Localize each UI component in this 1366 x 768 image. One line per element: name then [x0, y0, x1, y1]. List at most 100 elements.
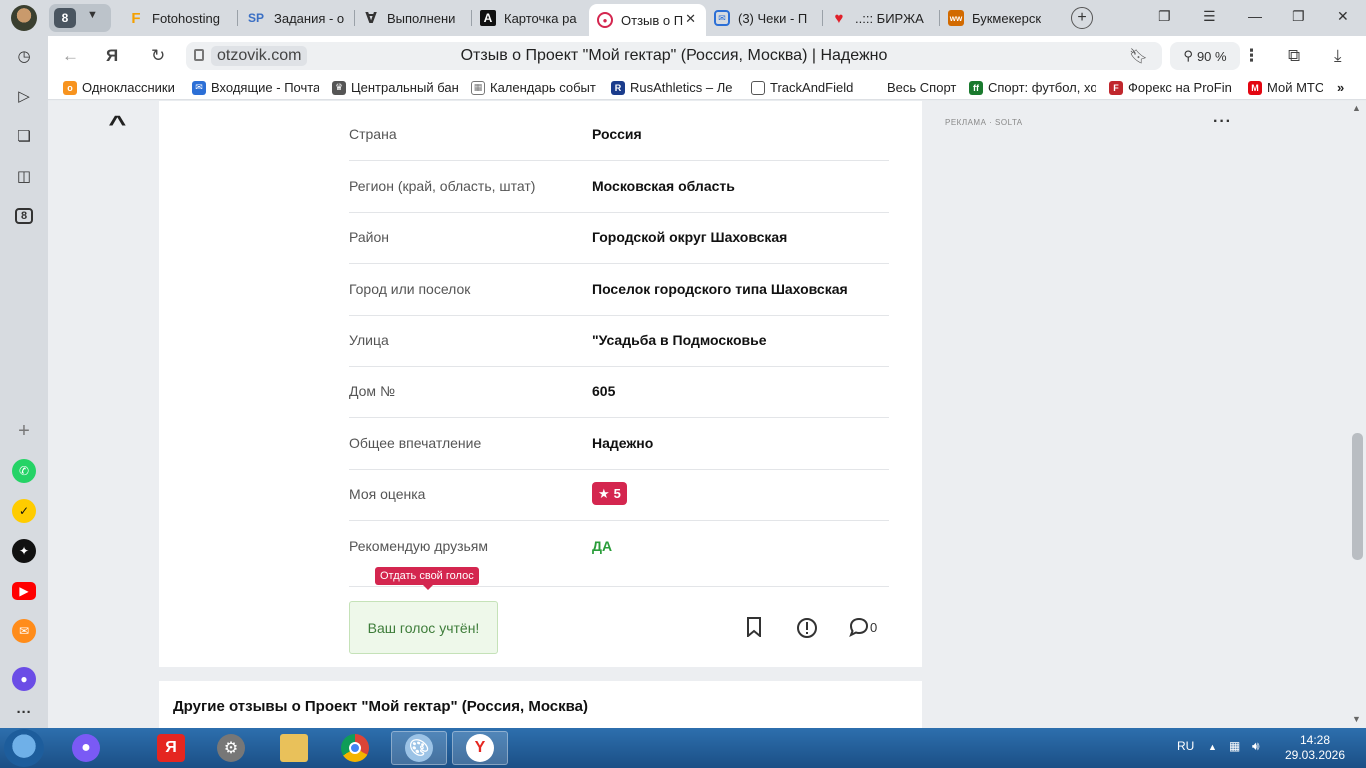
- bookmark-trackandfield[interactable]: TrackAndField: [751, 80, 876, 95]
- taskbar-settings[interactable]: ⚙: [205, 731, 257, 765]
- bookmark-icon[interactable]: 🔖︎: [1129, 47, 1148, 65]
- play-video-icon[interactable]: ▷: [12, 84, 36, 108]
- detail-key: Рекомендую друзьям: [349, 538, 488, 554]
- bookmark-profinance[interactable]: F Форекс на ProFin: [1109, 80, 1236, 95]
- address-bar[interactable]: otzovik.com Отзыв о Проект "Мой гектар" …: [186, 42, 1162, 70]
- tab-checks[interactable]: ✉ (3) Чеки - П: [706, 4, 823, 32]
- clock-time: 14:28: [1299, 733, 1331, 747]
- zoom-search-icon: ⚲: [1183, 48, 1193, 63]
- chrome-icon: [341, 734, 369, 762]
- detail-key: Улица: [349, 332, 389, 348]
- close-window-icon[interactable]: ✕: [1337, 8, 1349, 25]
- new-tab-button[interactable]: +: [1071, 7, 1093, 29]
- vote-status-button[interactable]: Ваш голос учтён!: [349, 601, 498, 654]
- bookmark-label: Форекс на ProFin: [1128, 80, 1232, 95]
- scroll-up-arrow-icon[interactable]: ▲: [1352, 103, 1361, 113]
- taskbar-yandex[interactable]: Я: [145, 731, 197, 765]
- taskbar-chrome[interactable]: [329, 731, 381, 765]
- extensions-icon[interactable]: ⧉: [1288, 46, 1300, 66]
- star-icon: ★: [598, 485, 610, 501]
- mail-favicon-icon: ✉: [714, 10, 730, 26]
- language-indicator[interactable]: RU: [1177, 739, 1194, 753]
- comments-button[interactable]: 0: [849, 617, 877, 637]
- document-icon: [751, 80, 765, 95]
- bookmark-icon[interactable]: [745, 617, 763, 642]
- alice-star-icon[interactable]: ✦: [12, 539, 36, 563]
- ok-icon: o: [63, 80, 77, 95]
- bookmark-odnoklassniki[interactable]: o Одноклассники: [63, 80, 181, 95]
- screenshot-camera-icon[interactable]: ◫: [12, 164, 36, 188]
- yandex-icon: Я: [157, 734, 185, 762]
- zoom-button[interactable]: ⚲ 90 %: [1170, 42, 1240, 70]
- menu-icon[interactable]: ☰: [1203, 8, 1216, 25]
- alice-assistant-icon[interactable]: ●: [12, 667, 36, 691]
- mail-icon[interactable]: ✉: [12, 619, 36, 643]
- bookmark-label: Спорт: футбол, хо: [988, 80, 1096, 95]
- restore-icon[interactable]: ❐: [1292, 8, 1305, 25]
- detail-value: 605: [592, 383, 616, 399]
- tab-count-icon[interactable]: 8: [12, 204, 36, 228]
- tab-tasks[interactable]: SP Задания - о: [238, 4, 355, 32]
- close-tab-icon[interactable]: ✕: [685, 11, 696, 27]
- other-reviews-heading[interactable]: Другие отзывы о Проект "Мой гектар" (Рос…: [173, 698, 588, 715]
- bookmark-rusathletics[interactable]: R RusAthletics – Ле: [611, 80, 737, 95]
- tab-otzovik-active[interactable]: ● Отзыв о П ✕: [589, 4, 706, 36]
- back-arrow-icon[interactable]: ←: [62, 46, 79, 66]
- scrollbar-thumb[interactable]: [1352, 433, 1363, 560]
- ad-menu-icon[interactable]: ···: [1213, 113, 1232, 131]
- bookmark-ves-sport[interactable]: Весь Спорт: [887, 80, 967, 95]
- add-panel-icon[interactable]: +: [12, 419, 36, 443]
- tab-completion[interactable]: ∀ Выполнени: [355, 4, 472, 32]
- collections-icon[interactable]: ❐: [1158, 8, 1171, 25]
- download-icon[interactable]: ⤓: [1334, 46, 1342, 66]
- sp-favicon-icon: SP: [247, 11, 264, 25]
- bookmark-central-bank[interactable]: ♛ Центральный бан: [332, 80, 458, 95]
- taskbar-alice[interactable]: ●: [60, 731, 112, 765]
- taskbar-paint[interactable]: 🎨︎: [391, 731, 447, 765]
- tab-exchange[interactable]: ♥ ..::: БИРЖА: [823, 4, 940, 32]
- start-button[interactable]: [4, 729, 44, 767]
- tab-label: Отзыв о П: [621, 12, 684, 28]
- tab-card[interactable]: A Карточка ра: [472, 4, 589, 32]
- scrollbar-track[interactable]: [1351, 101, 1366, 728]
- tab-bookmaker[interactable]: ww Букмекерск: [940, 4, 1057, 32]
- detail-key: Регион (край, область, штат): [349, 178, 536, 194]
- reload-icon[interactable]: ↻: [151, 46, 165, 66]
- network-icon[interactable]: ▦: [1229, 739, 1240, 753]
- bookmark-calendar[interactable]: ▦ Календарь событ: [471, 80, 598, 95]
- bookmark-sport-football[interactable]: ff Спорт: футбол, хо: [969, 80, 1096, 95]
- detail-row-country: Страна Россия: [349, 109, 889, 161]
- history-clock-icon[interactable]: ◷: [12, 44, 36, 68]
- yandex-market-icon[interactable]: ✓: [12, 499, 36, 523]
- bookmark-inbox[interactable]: ✉ Входящие - Почта: [192, 80, 319, 95]
- bookmark-label: Одноклассники: [82, 80, 175, 95]
- volume-icon[interactable]: 🔊︎: [1252, 739, 1260, 754]
- taskbar-explorer[interactable]: [268, 731, 320, 765]
- tab-group-button[interactable]: 8 ▼: [49, 4, 111, 32]
- bookmark-label: TrackAndField: [770, 80, 854, 95]
- tab-fotohosting[interactable]: F Fotohosting: [120, 4, 238, 32]
- tab-count-badge: 8: [54, 8, 76, 28]
- scroll-to-top-icon[interactable]: ^: [108, 111, 126, 137]
- detail-key: Страна: [349, 126, 397, 142]
- taskbar-yandex-browser[interactable]: Y: [452, 731, 508, 765]
- more-bookmarks-icon[interactable]: »: [1337, 80, 1344, 95]
- bookmark-mts[interactable]: M Мой МТС: [1248, 80, 1323, 95]
- scroll-down-arrow-icon[interactable]: ▼: [1352, 714, 1361, 724]
- profinance-icon: F: [1109, 80, 1123, 95]
- minimize-icon[interactable]: —: [1248, 8, 1262, 24]
- yandex-home-icon[interactable]: Я: [106, 46, 118, 66]
- whatsapp-icon[interactable]: ✆: [12, 459, 36, 483]
- collections-icon[interactable]: ❏: [12, 124, 36, 148]
- detail-key: Район: [349, 229, 389, 245]
- more-icon[interactable]: ···: [12, 700, 36, 724]
- report-icon[interactable]: [796, 617, 818, 644]
- more-options-icon[interactable]: ⋮: [1243, 46, 1260, 66]
- bank-icon: ♛: [332, 80, 346, 95]
- system-clock[interactable]: 14:28 29.03.2026: [1280, 733, 1350, 763]
- tab-label: (3) Чеки - П: [738, 10, 808, 26]
- otzovik-favicon-icon: ●: [597, 12, 613, 28]
- show-hidden-icons-icon[interactable]: ▲: [1208, 742, 1217, 752]
- profile-avatar[interactable]: [11, 5, 37, 31]
- youtube-icon[interactable]: ▶: [12, 582, 36, 600]
